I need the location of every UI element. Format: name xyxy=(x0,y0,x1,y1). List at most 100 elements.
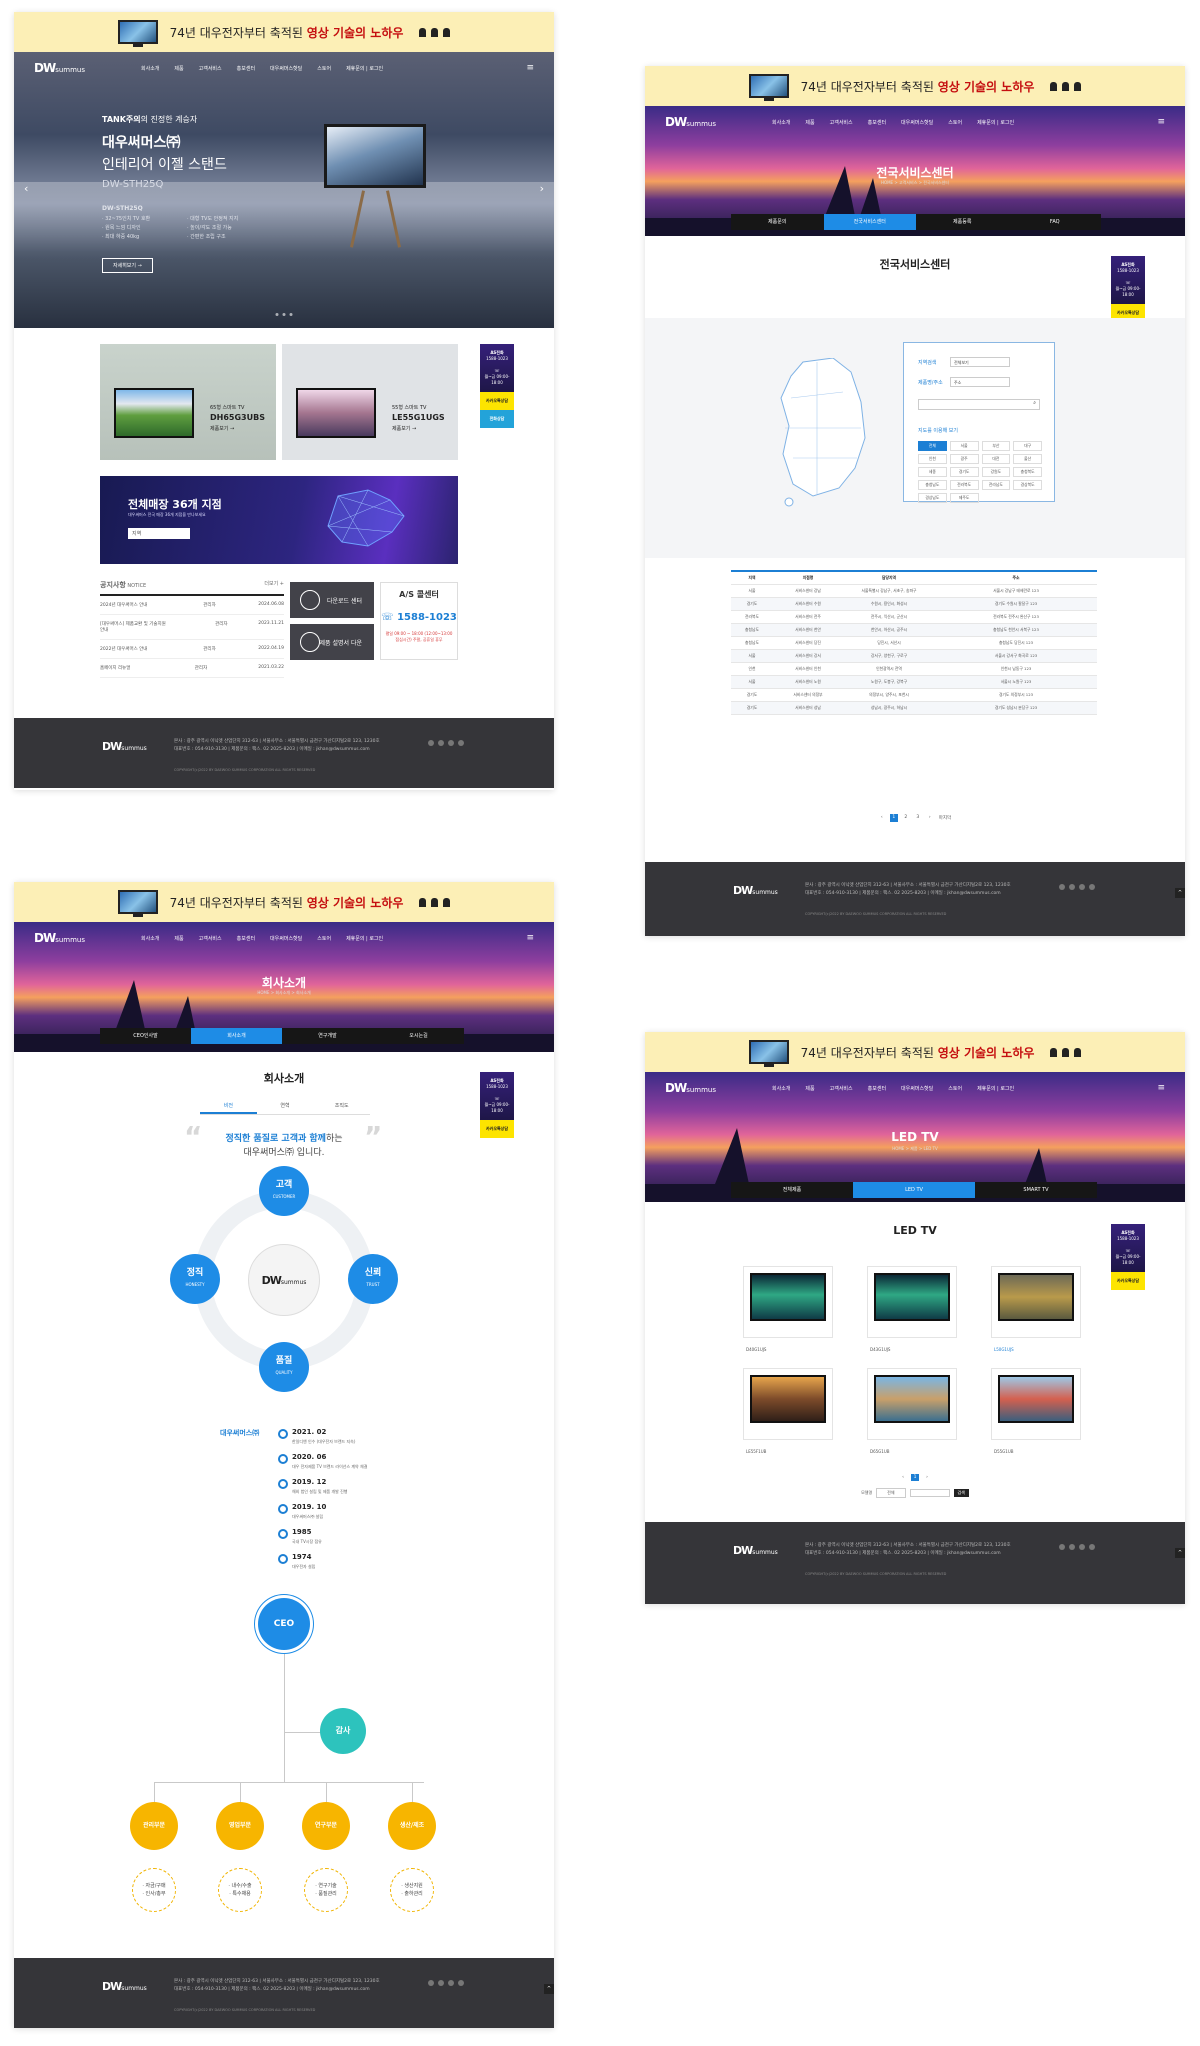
product-card[interactable]: 55형 스마트 TV LE55G1UGS 제품보기 → xyxy=(282,344,458,460)
nav-item[interactable]: 제휴문의 | 로그인 xyxy=(346,65,383,72)
top-banner[interactable]: 74년 대우전자부터 축적된 영상 기술의 노하우 xyxy=(14,882,554,922)
product-card[interactable]: D55G1UB xyxy=(991,1368,1081,1454)
region-button[interactable]: 인천 xyxy=(918,454,947,464)
search-icon[interactable]: ⌕ xyxy=(1033,400,1036,406)
product-card[interactable]: LE55F1UB xyxy=(743,1368,833,1454)
nav-item[interactable]: 고객서비스 xyxy=(199,65,222,72)
download-center-button[interactable]: 다운로드 센터 xyxy=(290,582,374,618)
page-number[interactable]: 1 xyxy=(889,814,898,822)
region-button[interactable]: 충청남도 xyxy=(918,480,947,490)
product-card[interactable]: L50G1UJS xyxy=(991,1266,1081,1352)
menu-icon[interactable]: ≡ xyxy=(1157,1083,1165,1093)
tab-history[interactable]: 연혁 xyxy=(257,1102,314,1114)
product-model[interactable]: D65G1UB xyxy=(870,1449,890,1454)
scroll-top-button[interactable]: ^ xyxy=(544,1984,554,1994)
logo[interactable]: DWsummus xyxy=(34,931,85,945)
tab-organization[interactable]: 조직도 xyxy=(313,1102,370,1114)
page-next[interactable]: › xyxy=(923,1474,931,1481)
logo[interactable]: DWsummus xyxy=(665,115,716,129)
nav-item[interactable]: 제휴문의 | 로그인 xyxy=(977,1085,1014,1092)
nav-item[interactable]: 홍보센터 xyxy=(868,119,886,126)
store-locator-banner[interactable]: 전체매장 36개 지점 대우써머스 전국 매장 36개 지점을 만나보세요 지역 xyxy=(100,476,458,564)
product-card[interactable]: D65G1UB xyxy=(867,1368,957,1454)
product-model[interactable]: D55G1UB xyxy=(994,1449,1014,1454)
store-region-select[interactable]: 지역 xyxy=(128,528,190,539)
product-model[interactable]: D43G1UJS xyxy=(870,1347,890,1352)
tab-faq[interactable]: FAQ xyxy=(1009,214,1102,230)
tab-company[interactable]: 회사소개 xyxy=(191,1028,282,1044)
logo[interactable]: DWsummus xyxy=(34,61,85,75)
page-prev[interactable]: ‹ xyxy=(878,814,886,822)
tab-register[interactable]: 제품등록 xyxy=(916,214,1009,230)
nav-item[interactable]: 회사소개 xyxy=(772,119,790,126)
nav-item[interactable]: 스토어 xyxy=(317,65,331,72)
nav-item[interactable]: 스토어 xyxy=(948,119,962,126)
footer-logo[interactable]: DWsummus xyxy=(102,740,147,753)
slider-dots[interactable] xyxy=(275,313,293,316)
product-link[interactable]: 제품보기 → xyxy=(210,426,234,432)
nav-item[interactable]: 스토어 xyxy=(317,935,331,942)
sns-icons[interactable] xyxy=(428,740,464,746)
scroll-top-button[interactable]: ^ xyxy=(1175,888,1185,898)
sns-icons[interactable] xyxy=(428,1980,464,1986)
notice-row[interactable]: 홈페이지 리뉴얼 관리자 2021.03.22 xyxy=(100,659,284,678)
sns-icons[interactable] xyxy=(1059,1544,1095,1550)
region-button[interactable]: 부산 xyxy=(981,441,1011,451)
notice-row[interactable]: 2022년 대우써머스 안내 관리자 2022.04.19 xyxy=(100,640,284,659)
footer-logo[interactable]: DWsummus xyxy=(733,884,778,897)
hero-slider[interactable]: ‹ › xyxy=(14,52,554,328)
model-search-input[interactable] xyxy=(909,1489,950,1497)
nav-item[interactable]: 스토어 xyxy=(948,1085,962,1092)
tab-led-tv[interactable]: LED TV xyxy=(853,1182,975,1198)
product-card[interactable]: D43G1UJS xyxy=(867,1266,957,1352)
region-button[interactable]: 전라남도 xyxy=(981,480,1011,490)
as-call-box[interactable]: AS전화 1588-1023 ☏ 월~금 09:00-18:00 xyxy=(1111,256,1145,304)
nav-item[interactable]: 제품 xyxy=(805,119,814,126)
nav-item[interactable]: 고객서비스 xyxy=(199,935,222,942)
nav-item[interactable]: 고객서비스 xyxy=(830,119,853,126)
menu-icon[interactable]: ≡ xyxy=(1157,117,1165,127)
product-model[interactable]: D40G1UJS xyxy=(746,1347,766,1352)
region-button[interactable]: 경상북도 xyxy=(1013,480,1042,490)
nav-item[interactable]: 고객서비스 xyxy=(830,1085,853,1092)
region-button[interactable]: 충청북도 xyxy=(1013,467,1042,477)
menu-icon[interactable]: ≡ xyxy=(526,63,534,73)
as-call-box[interactable]: AS전화 1588-1023 ☏ 월~금 09:00-18:00 xyxy=(480,1072,514,1120)
region-select[interactable]: 전체보기 xyxy=(950,357,1010,367)
tab-rnd[interactable]: 연구개발 xyxy=(282,1028,373,1044)
nav-item[interactable]: 홍보센터 xyxy=(868,1085,886,1092)
phone-consult-button[interactable]: 전화상담 xyxy=(480,410,514,428)
tab-ceo[interactable]: CEO인사말 xyxy=(100,1028,191,1044)
region-button[interactable]: 대구 xyxy=(1013,441,1042,451)
region-button[interactable]: 전체 xyxy=(918,441,947,451)
nav-item[interactable]: 회사소개 xyxy=(141,65,159,72)
search-input[interactable]: ⌕ xyxy=(918,399,1040,410)
region-button[interactable]: 서울 xyxy=(949,441,979,451)
keyword-type-select[interactable]: 주소 xyxy=(950,377,1010,387)
region-button[interactable]: 제주도 xyxy=(949,493,979,503)
top-banner[interactable]: 74년 대우전자부터 축적된 영상 기술의 노하우 xyxy=(645,1032,1185,1072)
nav-item[interactable]: 제휴문의 | 로그인 xyxy=(977,119,1014,126)
region-button[interactable]: 경기도 xyxy=(949,467,979,477)
product-card[interactable]: 65형 스마트 TV DH65G3UBS 제품보기 → xyxy=(100,344,276,460)
tab-vision[interactable]: 비전 xyxy=(200,1102,257,1114)
nav-item[interactable]: 홍보센터 xyxy=(237,65,255,72)
region-button[interactable]: 광주 xyxy=(949,454,979,464)
as-phone[interactable]: ☏ 1588-1023 xyxy=(381,612,457,623)
footer-logo[interactable]: DWsummus xyxy=(733,1544,778,1557)
kakao-chat-button[interactable]: 카카오톡상담 xyxy=(1111,1272,1145,1290)
region-button[interactable]: 세종 xyxy=(918,467,947,477)
notice-more-link[interactable]: 더보기 + xyxy=(264,580,284,590)
scroll-top-button[interactable]: ^ xyxy=(1175,1548,1185,1558)
menu-icon[interactable]: ≡ xyxy=(526,933,534,943)
region-button[interactable]: 강원도 xyxy=(981,467,1011,477)
page-number[interactable]: 1 xyxy=(911,1474,919,1481)
product-model[interactable]: L50G1UJS xyxy=(994,1347,1014,1352)
page-prev[interactable]: ‹ xyxy=(899,1474,907,1481)
model-select[interactable]: 전체 xyxy=(876,1488,906,1498)
nav-item[interactable]: 제휴문의 | 로그인 xyxy=(346,935,383,942)
footer-logo[interactable]: DWsummus xyxy=(102,1980,147,1993)
region-button[interactable]: 경상남도 xyxy=(918,493,947,503)
tab-inquiry[interactable]: 제품문의 xyxy=(731,214,824,230)
tab-smart-tv[interactable]: SMART TV xyxy=(975,1182,1097,1198)
